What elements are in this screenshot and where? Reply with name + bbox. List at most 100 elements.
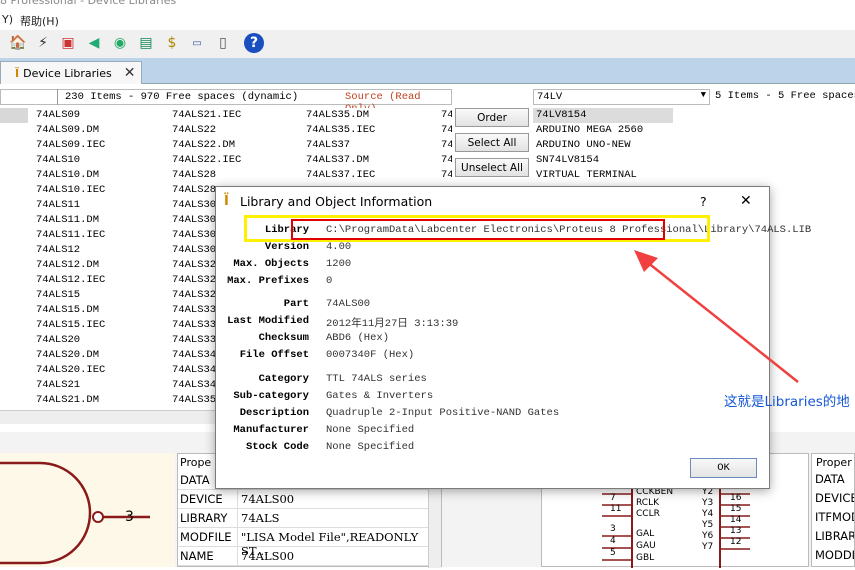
chip-pin-number: 5 xyxy=(610,548,616,558)
tab-label: Device Libraries xyxy=(23,66,112,80)
property-value: 74ALS00 xyxy=(241,492,295,506)
notes-icon[interactable]: ▯ xyxy=(213,33,233,53)
list-item[interactable]: 74ALS20 xyxy=(36,333,105,348)
list-item[interactable]: 74ALS15 xyxy=(36,288,105,303)
property-key: DEVICE xyxy=(815,491,855,505)
field-value: 4.00 xyxy=(326,241,352,253)
list-item[interactable]: VIRTUAL TERMINAL xyxy=(533,168,673,183)
chip-pin-label: RCLK xyxy=(636,498,660,508)
library-select[interactable]: 74LV ▼ xyxy=(533,89,710,105)
dollar-icon[interactable]: $ xyxy=(162,33,182,53)
property-row[interactable]: LIBRARY 74ALS xyxy=(178,509,428,528)
left-list-header: 230 Items - 970 Free spaces (dynamic) So… xyxy=(0,89,452,115)
list-item[interactable]: 74ALS21.IEC xyxy=(172,108,241,123)
gerber-icon[interactable]: ◀ xyxy=(84,33,104,53)
list-item[interactable]: 74ALS22 xyxy=(172,123,241,138)
chip-pin-number: 7 xyxy=(610,493,616,503)
list-item[interactable]: 74ALS12.IEC xyxy=(36,273,105,288)
list-item[interactable]: SN74LV8154 xyxy=(533,153,673,168)
list-item[interactable]: 74ALS22.IEC xyxy=(172,153,241,168)
red-arrow xyxy=(634,250,799,383)
property-key: DATA xyxy=(180,473,210,487)
list-item[interactable]: 74ALS12.DM xyxy=(36,258,105,273)
menu-bar: Y) 帮助(H) xyxy=(0,12,855,30)
list-item[interactable]: 74 xyxy=(441,123,452,138)
properties-header-2: Proper xyxy=(816,456,852,469)
list-item[interactable]: 74ALS10.DM xyxy=(36,168,105,183)
list-item[interactable]: ARDUINO UNO-NEW xyxy=(533,138,673,153)
tab-device-libraries[interactable]: Ï Device Libraries ✕ xyxy=(0,61,142,84)
3d-viewer-icon[interactable]: ◉ xyxy=(110,33,130,53)
property-key: LIBRARY xyxy=(180,511,228,525)
list-item[interactable]: 74ALS09 xyxy=(36,108,105,123)
property-row[interactable]: MODFILE "LISA Model File",READONLY ST… xyxy=(178,528,428,558)
property-key: DEVICE xyxy=(180,492,223,506)
chip-pin-number: 4 xyxy=(610,536,616,546)
properties-header: Prope xyxy=(180,456,212,469)
home-icon[interactable]: 🏠 xyxy=(8,33,28,53)
list-item[interactable]: 74 xyxy=(441,168,452,183)
list-item[interactable]: 74 xyxy=(441,153,452,168)
field-value: 2012年11月27日 3:13:39 xyxy=(326,318,459,330)
order-button[interactable]: Order xyxy=(455,108,529,127)
list-item[interactable]: 74ALS21.DM xyxy=(36,393,105,408)
list-item[interactable]: 74ALS11.DM xyxy=(36,213,105,228)
schematic-preview: 3 xyxy=(0,453,175,567)
list-item[interactable]: 74ALS37.DM xyxy=(306,153,375,168)
list-item[interactable]: 74ALS10.IEC xyxy=(36,183,105,198)
pcb-icon[interactable]: ▣ xyxy=(58,33,78,53)
schematic-icon[interactable]: ⚡ xyxy=(33,33,53,53)
property-row[interactable]: NAME 74ALS00 xyxy=(178,547,428,566)
menu-item-partial[interactable]: Y) xyxy=(2,13,13,26)
ok-button[interactable]: OK xyxy=(690,458,757,478)
chevron-down-icon: ▼ xyxy=(700,90,706,100)
chip-pin-number: 11 xyxy=(610,504,622,514)
list-item[interactable]: 74ALS15.IEC xyxy=(36,318,105,333)
property-key: MODDL xyxy=(815,548,855,562)
close-icon[interactable]: ✕ xyxy=(124,65,136,81)
field-value: TTL 74ALS series xyxy=(326,373,427,385)
bom-icon[interactable]: ▤ xyxy=(136,33,156,53)
dialog-title: Library and Object Information xyxy=(240,194,433,209)
list-item[interactable]: 74ALS37 xyxy=(306,138,375,153)
right-library-list[interactable]: 74LV8154 ARDUINO MEGA 2560 ARDUINO UNO-N… xyxy=(533,108,673,183)
chip-pin-number: 12 xyxy=(730,537,742,547)
list-item[interactable]: 74 xyxy=(441,138,452,153)
list-item[interactable]: 74ALS09.IEC xyxy=(36,138,105,153)
list-item[interactable]: 74LV8154 xyxy=(533,108,673,123)
list-item[interactable]: 74ALS11.IEC xyxy=(36,228,105,243)
field-label: Sub-category xyxy=(233,390,309,402)
list-item[interactable]: 74ALS12 xyxy=(36,243,105,258)
list-item[interactable]: 74ALS20.IEC xyxy=(36,363,105,378)
properties-panel-2: Proper DATA DEVICE ITFMOD LIBRARY MODDL xyxy=(811,453,855,567)
help-button[interactable]: ? xyxy=(700,194,707,209)
list-item[interactable]: 74ALS09.DM xyxy=(36,123,105,138)
list-item[interactable]: 74ALS11 xyxy=(36,198,105,213)
chip-pin-label: GAU xyxy=(636,541,656,551)
select-all-button[interactable]: Select All xyxy=(455,133,529,152)
list-item[interactable]: 74ALS35.DM xyxy=(306,108,375,123)
list-item[interactable]: 74ALS21 xyxy=(36,378,105,393)
library-icon: Ï xyxy=(15,66,20,80)
list-item[interactable]: 74 xyxy=(441,108,452,123)
list-item[interactable]: 74ALS10 xyxy=(36,153,105,168)
selection-bar xyxy=(0,108,28,123)
property-row[interactable]: DEVICE 74ALS00 xyxy=(178,490,428,509)
list-item[interactable]: 74ALS35.IEC xyxy=(306,123,375,138)
left-list-info: 230 Items - 970 Free spaces (dynamic) xyxy=(65,91,299,103)
chip-pin-label: GBL xyxy=(636,553,655,563)
property-key: MODFILE xyxy=(180,530,232,544)
list-item[interactable]: 74ALS22.DM xyxy=(172,138,241,153)
help-icon[interactable]: ? xyxy=(244,33,264,53)
menu-item-help[interactable]: 帮助(H) xyxy=(20,13,59,29)
list-item[interactable]: 74ALS15.DM xyxy=(36,303,105,318)
list-item[interactable]: 74ALS20.DM xyxy=(36,348,105,363)
toolbar: 🏠 ⚡ ▣ ◀ ◉ ▤ $ ▭ ▯ ? xyxy=(0,30,855,58)
list-item[interactable]: ARDUINO MEGA 2560 xyxy=(533,123,673,138)
list-column-4: 74 74 74 74 74 xyxy=(441,108,452,183)
design-explorer-icon[interactable]: ▭ xyxy=(187,33,207,53)
unselect-all-button[interactable]: Unselect All xyxy=(455,158,529,177)
close-button[interactable]: ✕ xyxy=(740,193,752,209)
list-item[interactable]: 74ALS37.IEC xyxy=(306,168,375,183)
list-item[interactable]: 74ALS28 xyxy=(172,168,241,183)
